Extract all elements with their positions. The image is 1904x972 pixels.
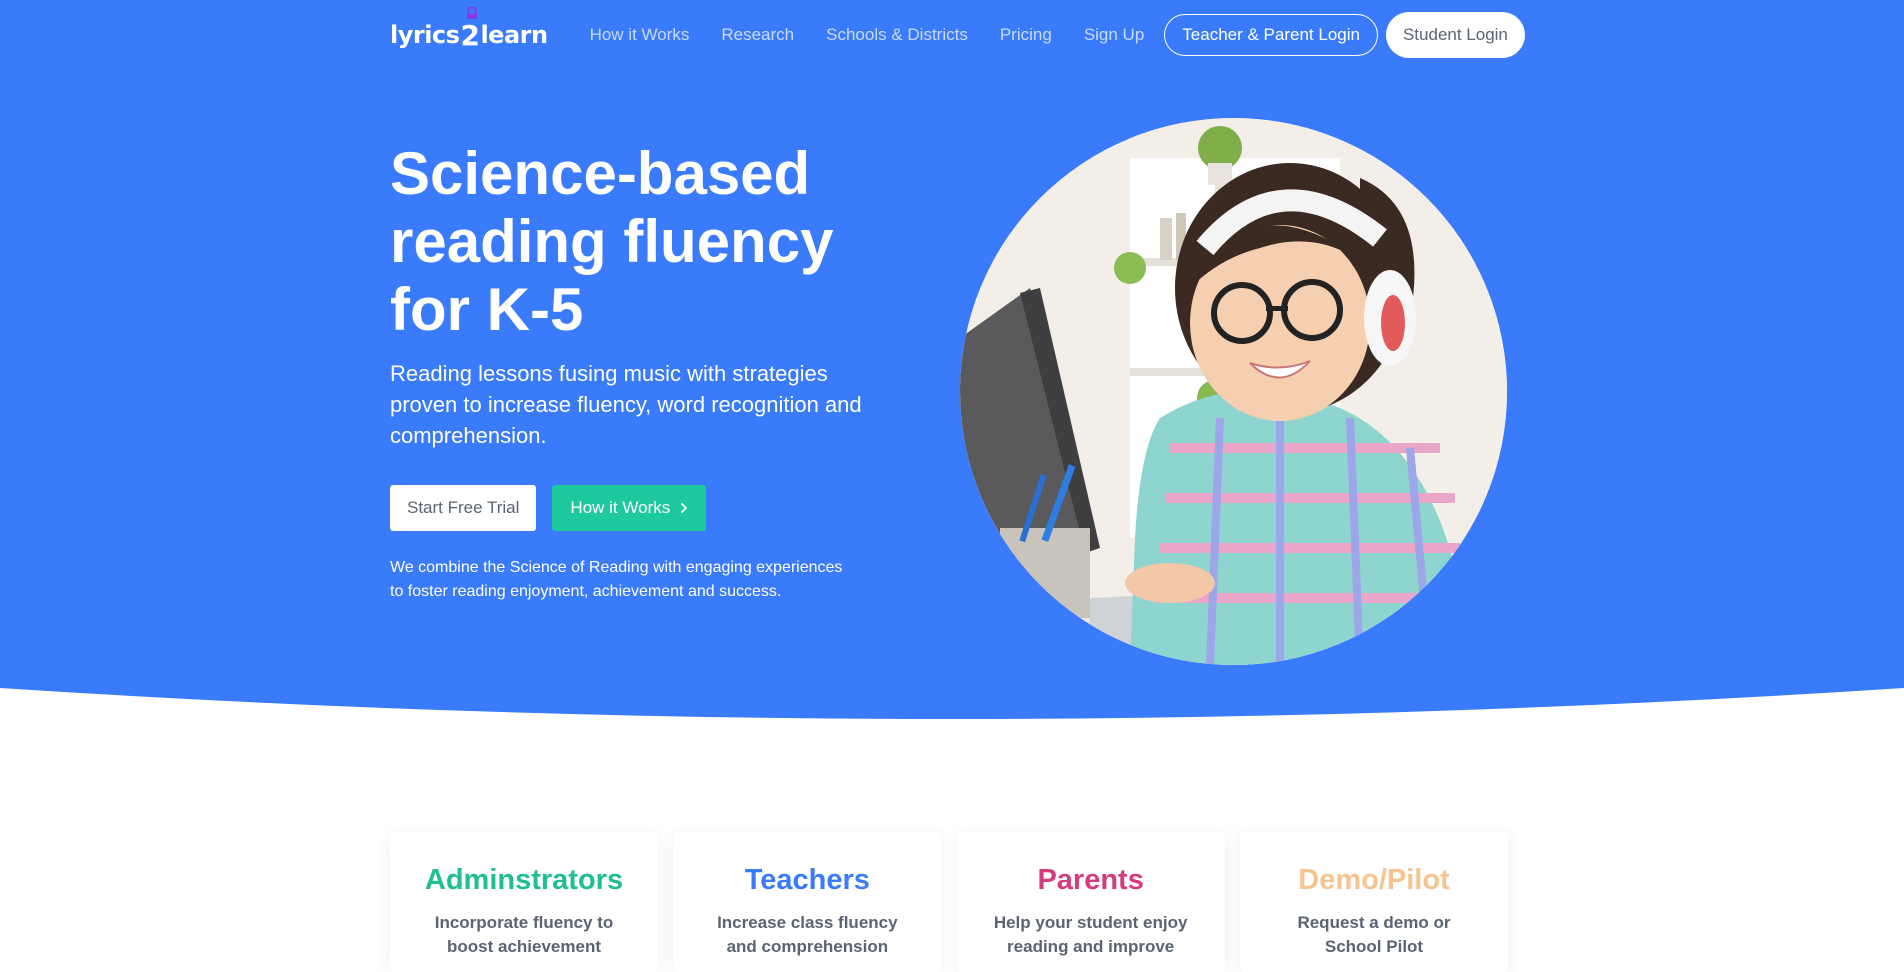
chevron-right-icon [681, 502, 688, 514]
card-title: Teachers [744, 864, 870, 896]
start-free-trial-button[interactable]: Start Free Trial [390, 485, 537, 531]
lock-icon [467, 6, 478, 19]
logo-two: 2 [460, 6, 480, 52]
logo[interactable]: lyrics 2 learn [390, 6, 548, 58]
hero-section: lyrics 2 learn How it Works Research Sch… [0, 0, 1904, 730]
scrollbar[interactable] [1896, 0, 1904, 958]
card-demo-pilot[interactable]: Demo/Pilot Request a demo or School Pilo… [1239, 832, 1508, 972]
hero-subtitle: Reading lessons fusing music with strate… [390, 361, 862, 448]
card-parents[interactable]: Parents Help your student enjoy reading … [956, 832, 1225, 972]
nav-link-how-it-works[interactable]: How it Works [590, 25, 690, 45]
nav-link-sign-up[interactable]: Sign Up [1084, 25, 1144, 45]
logo-right: learn [480, 21, 548, 49]
card-desc: Request a demo or School Pilot [1297, 913, 1451, 956]
hero-title: Science-based reading fluency for K-5 [390, 140, 834, 343]
logo-text: lyrics 2 learn [390, 6, 548, 52]
card-title: Parents [1037, 864, 1144, 896]
hero-note: We combine the Science of Reading with e… [390, 559, 843, 600]
how-it-works-label: How it Works [570, 498, 671, 517]
nav-link-schools-districts[interactable]: Schools & Districts [826, 25, 968, 45]
card-title: Demo/Pilot [1298, 864, 1450, 896]
hero-illustration [960, 118, 1507, 665]
top-nav: lyrics 2 learn How it Works Research Sch… [390, 6, 1525, 58]
card-desc: Incorporate fluency to boost achievement [434, 913, 614, 956]
card-teachers[interactable]: Teachers Increase class fluency and comp… [673, 832, 942, 972]
logo-left: lyrics [390, 21, 460, 49]
nav-link-research[interactable]: Research [721, 25, 794, 45]
student-login-button[interactable]: Student Login [1385, 12, 1525, 58]
card-administrators[interactable]: Adminstrators Incorporate fluency to boo… [390, 832, 658, 972]
nav-link-pricing[interactable]: Pricing [1000, 25, 1052, 45]
logo-two-digit: 2 [460, 18, 480, 52]
hero-photo-girl-with-headphones [960, 118, 1507, 665]
card-desc: Help your student enjoy reading and impr… [993, 913, 1188, 956]
how-it-works-button[interactable]: How it Works [552, 485, 707, 531]
hero-curve [0, 688, 1904, 730]
audience-cards: Adminstrators Incorporate fluency to boo… [390, 832, 1508, 972]
teacher-parent-login-button[interactable]: Teacher & Parent Login [1164, 14, 1378, 56]
cta-row: Start Free Trial How it Works [390, 485, 707, 531]
card-desc: Increase class fluency and comprehension [717, 913, 898, 956]
card-title: Adminstrators [424, 864, 624, 896]
